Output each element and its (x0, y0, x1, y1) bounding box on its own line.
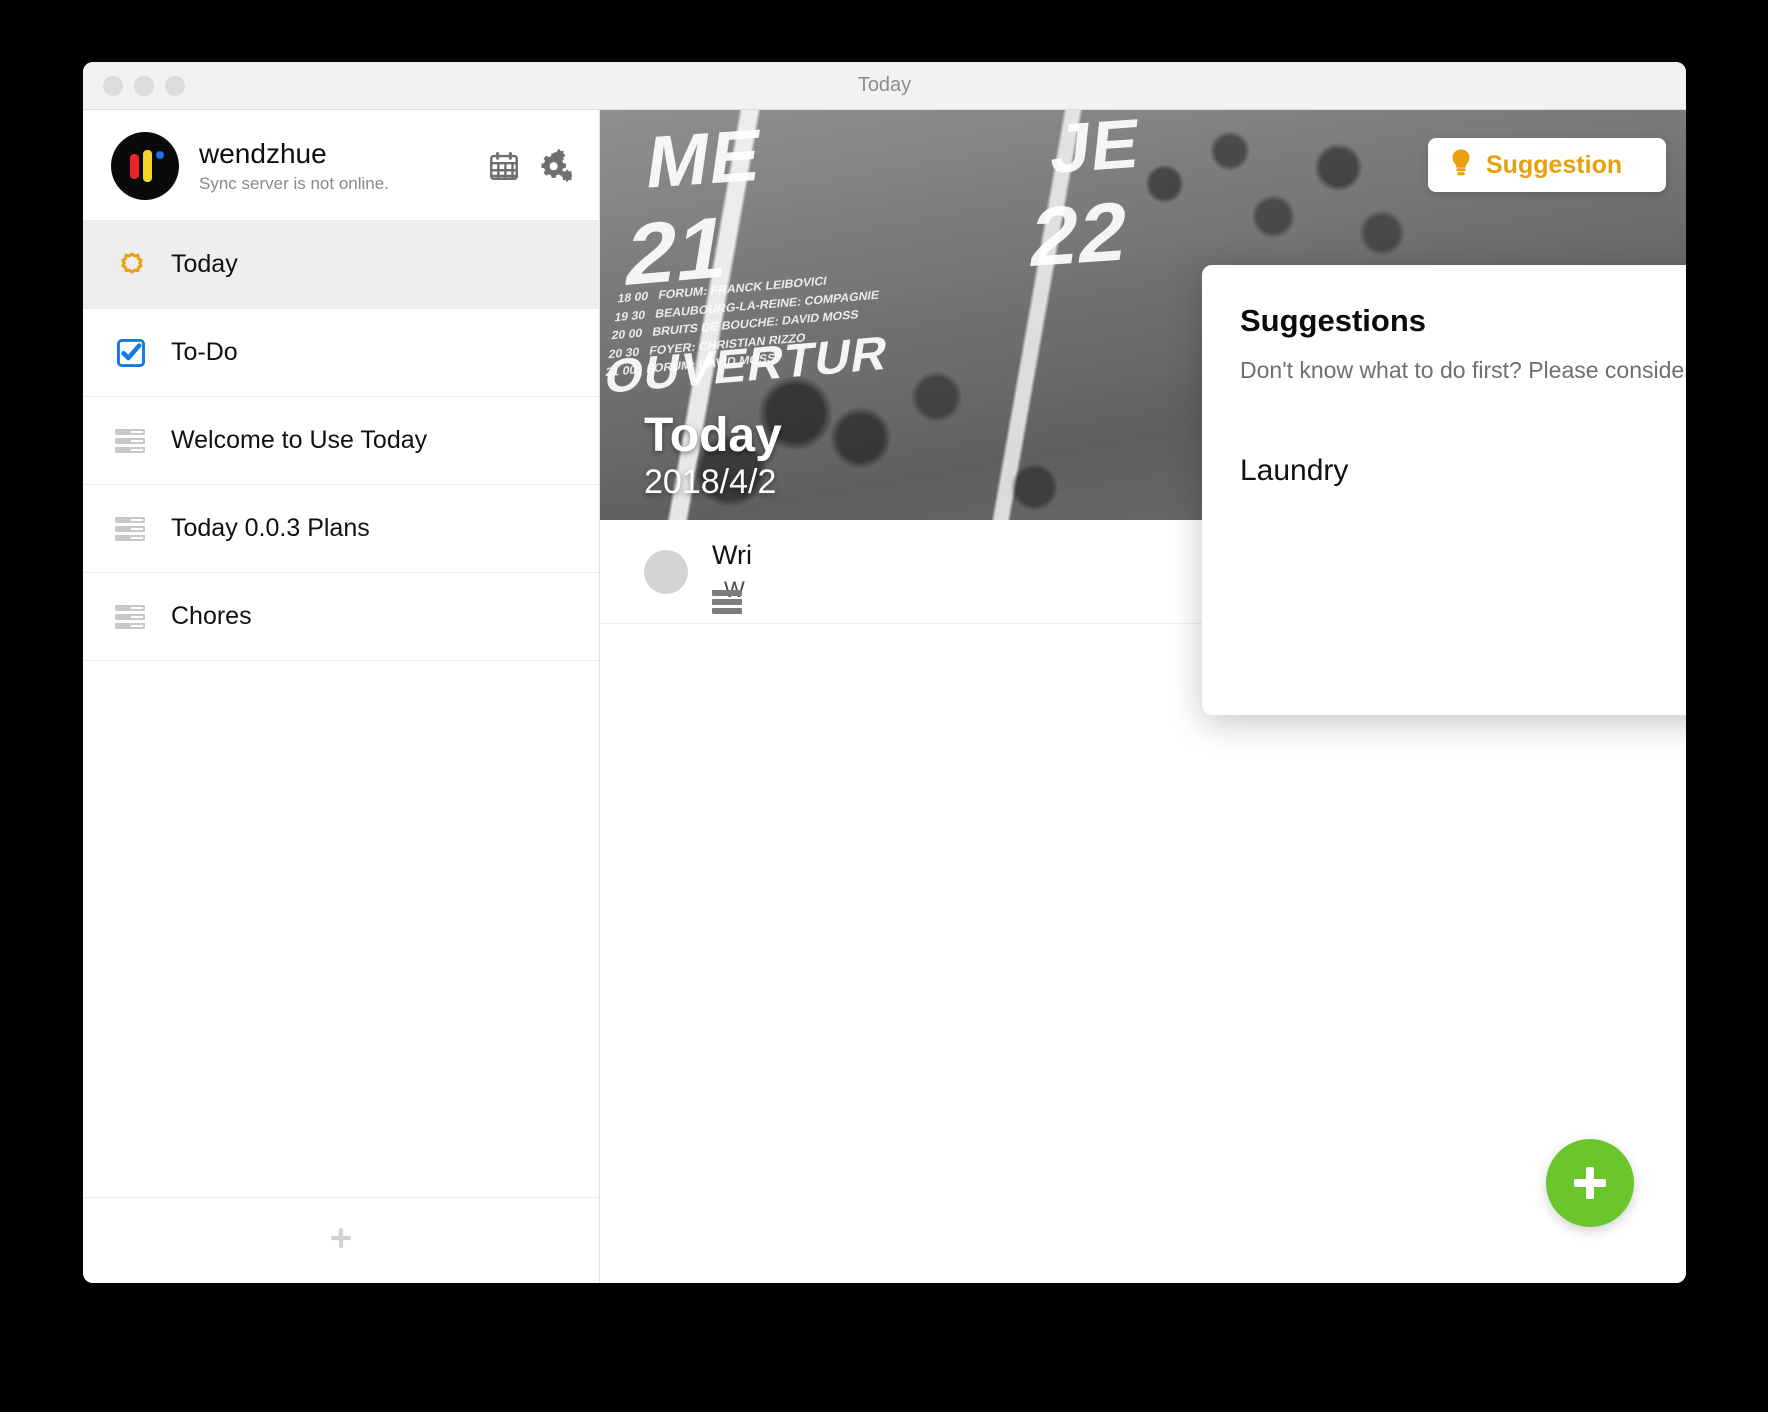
maximize-window-button[interactable] (165, 75, 185, 96)
suggestions-popup-subtitle: Don't know what to do first? Please cons… (1240, 357, 1686, 383)
list-icon (115, 428, 161, 453)
sidebar: wendzhue Sync server is not online. Toda… (83, 110, 600, 1283)
calendar-icon[interactable] (483, 145, 525, 187)
sun-icon (115, 248, 161, 282)
window-body: wendzhue Sync server is not online. Toda… (83, 110, 1686, 1283)
avatar[interactable] (111, 132, 179, 200)
page-date: 2018/4/2 (644, 463, 777, 501)
plus-icon (1574, 1167, 1606, 1199)
suggestion-button[interactable]: Suggestion (1428, 138, 1666, 192)
list-icon (115, 604, 161, 629)
hero-paint-je: JE (1047, 110, 1145, 188)
task-text: Wri W (698, 540, 752, 614)
lightbulb-icon (1448, 148, 1474, 183)
app-window: Today wendzhue Sync server is not online… (83, 62, 1686, 1283)
suggestion-list-item: Laundry in Chores Add (1240, 440, 1686, 502)
main-content: ME 21 OUVERTUR JE 22 NE 18 00 FORUM: FRA… (600, 110, 1686, 1283)
hero-paint-me: ME (641, 113, 768, 204)
sidebar-footer (83, 1197, 599, 1283)
checkbox-icon (115, 337, 161, 369)
add-task-fab[interactable] (1546, 1139, 1634, 1227)
minimize-window-button[interactable] (134, 75, 154, 96)
sidebar-item-welcome-to-use-today[interactable]: Welcome to Use Today (83, 397, 599, 485)
gear-icon[interactable] (533, 145, 575, 187)
window-title: Today (857, 74, 912, 96)
window-titlebar: Today (83, 62, 1686, 110)
sidebar-item-label: Chores (171, 602, 252, 630)
add-list-button[interactable] (328, 1225, 354, 1256)
account-name: wendzhue (199, 138, 327, 170)
account-text: wendzhue Sync server is not online. (199, 138, 483, 193)
hero-overlay: Today 2018/4/2 (644, 408, 782, 502)
hero-paint-22: 22 (1024, 183, 1135, 285)
page-title: Today (644, 408, 782, 462)
suggestion-button-label: Suggestion (1486, 150, 1623, 179)
sidebar-item-today-003-plans[interactable]: Today 0.0.3 Plans (83, 485, 599, 573)
sidebar-item-label: Welcome to Use Today (171, 426, 428, 454)
account-sync-status: Sync server is not online. (199, 173, 389, 193)
suggestion-item-name: Laundry (1240, 454, 1349, 487)
close-window-button[interactable] (103, 75, 123, 96)
task-checkbox[interactable] (644, 549, 688, 594)
sidebar-item-today[interactable]: Today (83, 221, 599, 309)
avatar-bar-yellow (143, 150, 152, 182)
suggestions-popup-title: Suggestions (1240, 303, 1427, 338)
sidebar-item-chores[interactable]: Chores (83, 573, 599, 661)
sidebar-item-label: To-Do (171, 338, 238, 366)
sidebar-nav-list: Today To-Do Welcome to Use Today Today 0… (83, 221, 599, 1197)
list-icon (115, 516, 161, 541)
traffic-lights (103, 75, 185, 96)
suggestions-popup: Suggestions Don't know what to do first?… (1202, 265, 1686, 715)
avatar-dot-blue (156, 151, 164, 159)
avatar-bar-red (130, 154, 139, 179)
sidebar-item-label: Today (171, 250, 238, 278)
task-meta: W (698, 577, 752, 614)
account-header: wendzhue Sync server is not online. (83, 110, 599, 221)
task-title: Wri (712, 540, 752, 570)
sidebar-item-todo[interactable]: To-Do (83, 309, 599, 397)
sidebar-item-label: Today 0.0.3 Plans (171, 514, 370, 542)
